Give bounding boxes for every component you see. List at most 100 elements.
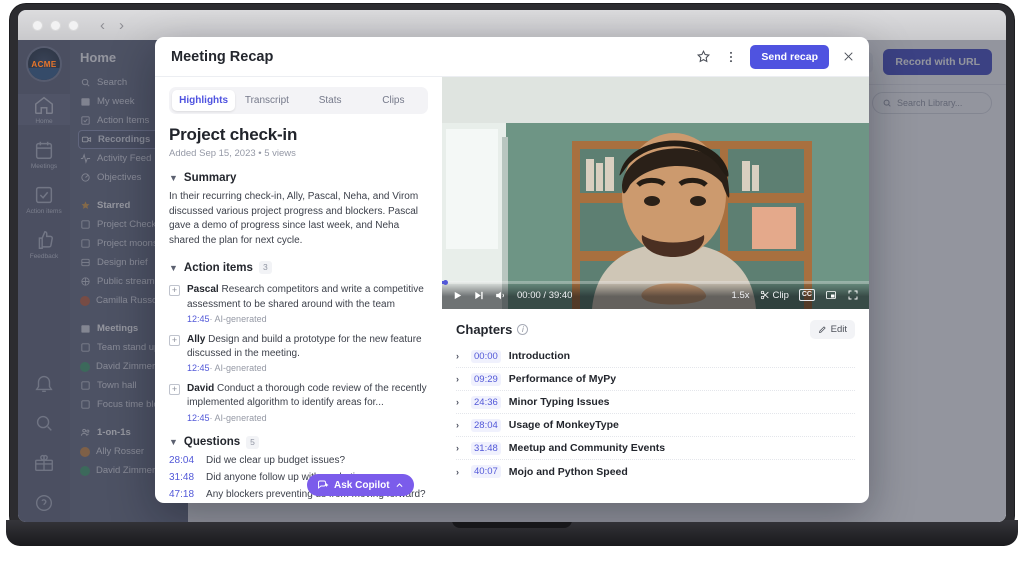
closed-captions-button[interactable]: CC (798, 289, 815, 301)
chapter-timestamp[interactable]: 24:36 (471, 395, 501, 409)
scissors-icon (760, 290, 769, 300)
tab-transcript[interactable]: Transcript (235, 90, 298, 111)
tab-highlights[interactable]: Highlights (172, 90, 236, 111)
volume-icon[interactable] (494, 289, 507, 302)
video-frame-image (442, 77, 869, 309)
action-item[interactable]: + Pascal Research competitors and write … (169, 283, 428, 324)
action-item[interactable]: + David Conduct a thorough code review o… (169, 382, 428, 423)
star-icon[interactable] (694, 48, 712, 66)
action-item-owner: David (187, 383, 215, 395)
chevron-right-icon[interactable]: › (456, 374, 463, 384)
window-maximize-dot[interactable] (68, 19, 79, 31)
chevron-right-icon[interactable]: › (456, 397, 463, 407)
ask-copilot-button[interactable]: Ask Copilot (307, 474, 414, 496)
picture-in-picture-icon[interactable] (825, 289, 837, 301)
questions-count: 5 (246, 435, 259, 449)
chapter-timestamp[interactable]: 40:07 (471, 465, 501, 478)
fullscreen-icon[interactable] (847, 289, 859, 301)
chevron-down-icon: ▼ (169, 173, 178, 183)
chapter-row[interactable]: › 28:04 Usage of MonkeyType (456, 414, 855, 437)
progress-scrubber[interactable] (442, 280, 869, 285)
chapter-timestamp[interactable]: 09:29 (471, 372, 501, 386)
playback-speed-button[interactable]: 1.5x (732, 290, 750, 301)
chevron-up-icon (396, 482, 403, 487)
video-player[interactable]: 00:00 / 39:40 1.5x Clip CC (442, 77, 869, 309)
chevron-right-icon[interactable]: › (456, 351, 463, 361)
back-icon[interactable]: ‹ (100, 18, 105, 33)
forward-icon[interactable]: › (119, 18, 124, 33)
chapter-row[interactable]: › 40:07 Mojo and Python Speed (456, 460, 855, 483)
action-item-text: Research competitors and write a competi… (187, 284, 424, 310)
chapter-timestamp[interactable]: 31:48 (471, 441, 501, 455)
chevron-right-icon[interactable]: › (456, 420, 463, 430)
add-icon[interactable]: + (169, 334, 180, 346)
next-icon[interactable] (473, 290, 484, 301)
clip-button[interactable]: Clip (760, 290, 789, 301)
chapter-row[interactable]: › 00:00 Introduction (456, 345, 855, 368)
chevron-right-icon[interactable]: › (456, 443, 463, 453)
action-item-text: Design and build a prototype for the new… (187, 333, 422, 359)
chapters-heading: Chapters (456, 322, 513, 337)
video-and-chapters-panel: 00:00 / 39:40 1.5x Clip CC Chapters i Ed… (442, 77, 869, 503)
recording-meta: Added Sep 15, 2023 • 5 views (169, 148, 296, 159)
chevron-right-icon[interactable]: › (456, 467, 463, 477)
chapters-header: Chapters i Edit (456, 320, 855, 339)
play-icon[interactable] (452, 290, 463, 301)
action-item-timestamp[interactable]: 12:45 (187, 413, 210, 423)
screen: ‹ › ACME Home Meetings (18, 10, 1006, 522)
edit-chapters-button[interactable]: Edit (809, 320, 855, 339)
window-close-dot[interactable] (32, 19, 43, 31)
player-controls: 00:00 / 39:40 1.5x Clip CC (442, 280, 869, 309)
player-right-controls: 1.5x Clip CC (732, 289, 859, 301)
chapter-timestamp[interactable]: 28:04 (471, 418, 501, 432)
tab-bar: Highlights Transcript Stats Clips (169, 87, 428, 114)
action-item-owner: Pascal (187, 284, 219, 296)
chapter-name: Usage of MonkeyType (508, 419, 619, 431)
summary-text: In their recurring check-in, Ally, Pasca… (169, 191, 419, 246)
chapter-name: Mojo and Python Speed (508, 465, 628, 478)
chapter-row[interactable]: › 09:29 Performance of MyPy (456, 368, 855, 391)
chapter-row[interactable]: › 31:48 Meetup and Community Events (456, 437, 855, 460)
tab-stats[interactable]: Stats (299, 90, 362, 111)
window-minimize-dot[interactable] (50, 19, 61, 31)
chapters-panel: Chapters i Edit › 00:00 Introduction › 0… (442, 309, 869, 503)
modal-header: Meeting Recap Send recap (155, 37, 869, 77)
meeting-recap-modal: Meeting Recap Send recap Highlights Tran… (155, 37, 869, 503)
question-timestamp[interactable]: 31:48 (169, 472, 194, 483)
chapter-name: Meetup and Community Events (508, 442, 666, 454)
action-item[interactable]: + Ally Design and build a prototype for … (169, 333, 428, 373)
kebab-menu-icon[interactable] (722, 48, 740, 66)
question-item[interactable]: 28:04 Did we clear up budget issues? (169, 455, 428, 466)
action-item-source: AI-generated (214, 313, 267, 324)
modal-header-actions: Send recap (694, 44, 857, 69)
send-recap-button[interactable]: Send recap (750, 44, 829, 69)
acme-logo-text: ACME (31, 59, 57, 69)
summary-section-header[interactable]: ▼ Summary (169, 172, 428, 184)
clip-label: Clip (772, 289, 789, 301)
chapter-timestamp[interactable]: 00:00 (471, 349, 501, 363)
modal-title: Meeting Recap (171, 48, 274, 65)
edit-label: Edit (830, 324, 847, 335)
action-items-heading: Action items (183, 261, 253, 274)
info-icon[interactable]: i (517, 324, 529, 335)
close-icon[interactable] (839, 48, 857, 66)
chevron-down-icon: ▼ (169, 262, 178, 273)
action-item-text: Conduct a thorough code review of the re… (187, 383, 427, 409)
chapter-row[interactable]: › 24:36 Minor Typing Issues (456, 391, 855, 414)
action-item-timestamp[interactable]: 12:45 (187, 314, 210, 324)
add-icon[interactable]: + (169, 384, 180, 396)
chapter-name: Introduction (508, 350, 571, 362)
browser-chrome: ‹ › (18, 10, 1006, 40)
question-timestamp[interactable]: 47:18 (169, 489, 194, 500)
highlights-panel: Highlights Transcript Stats Clips Projec… (155, 77, 442, 503)
scrubber-handle[interactable] (443, 280, 448, 285)
tab-clips[interactable]: Clips (362, 90, 425, 111)
questions-section-header[interactable]: ▼ Questions 5 (169, 435, 428, 449)
action-items-section-header[interactable]: ▼ Action items 3 (169, 261, 428, 275)
pencil-icon (818, 326, 826, 334)
add-icon[interactable]: + (169, 285, 180, 297)
question-timestamp[interactable]: 28:04 (169, 455, 194, 466)
action-item-timestamp[interactable]: 12:45 (187, 363, 210, 373)
recording-title: Project check-in (169, 125, 298, 144)
chapter-name: Minor Typing Issues (508, 396, 610, 408)
